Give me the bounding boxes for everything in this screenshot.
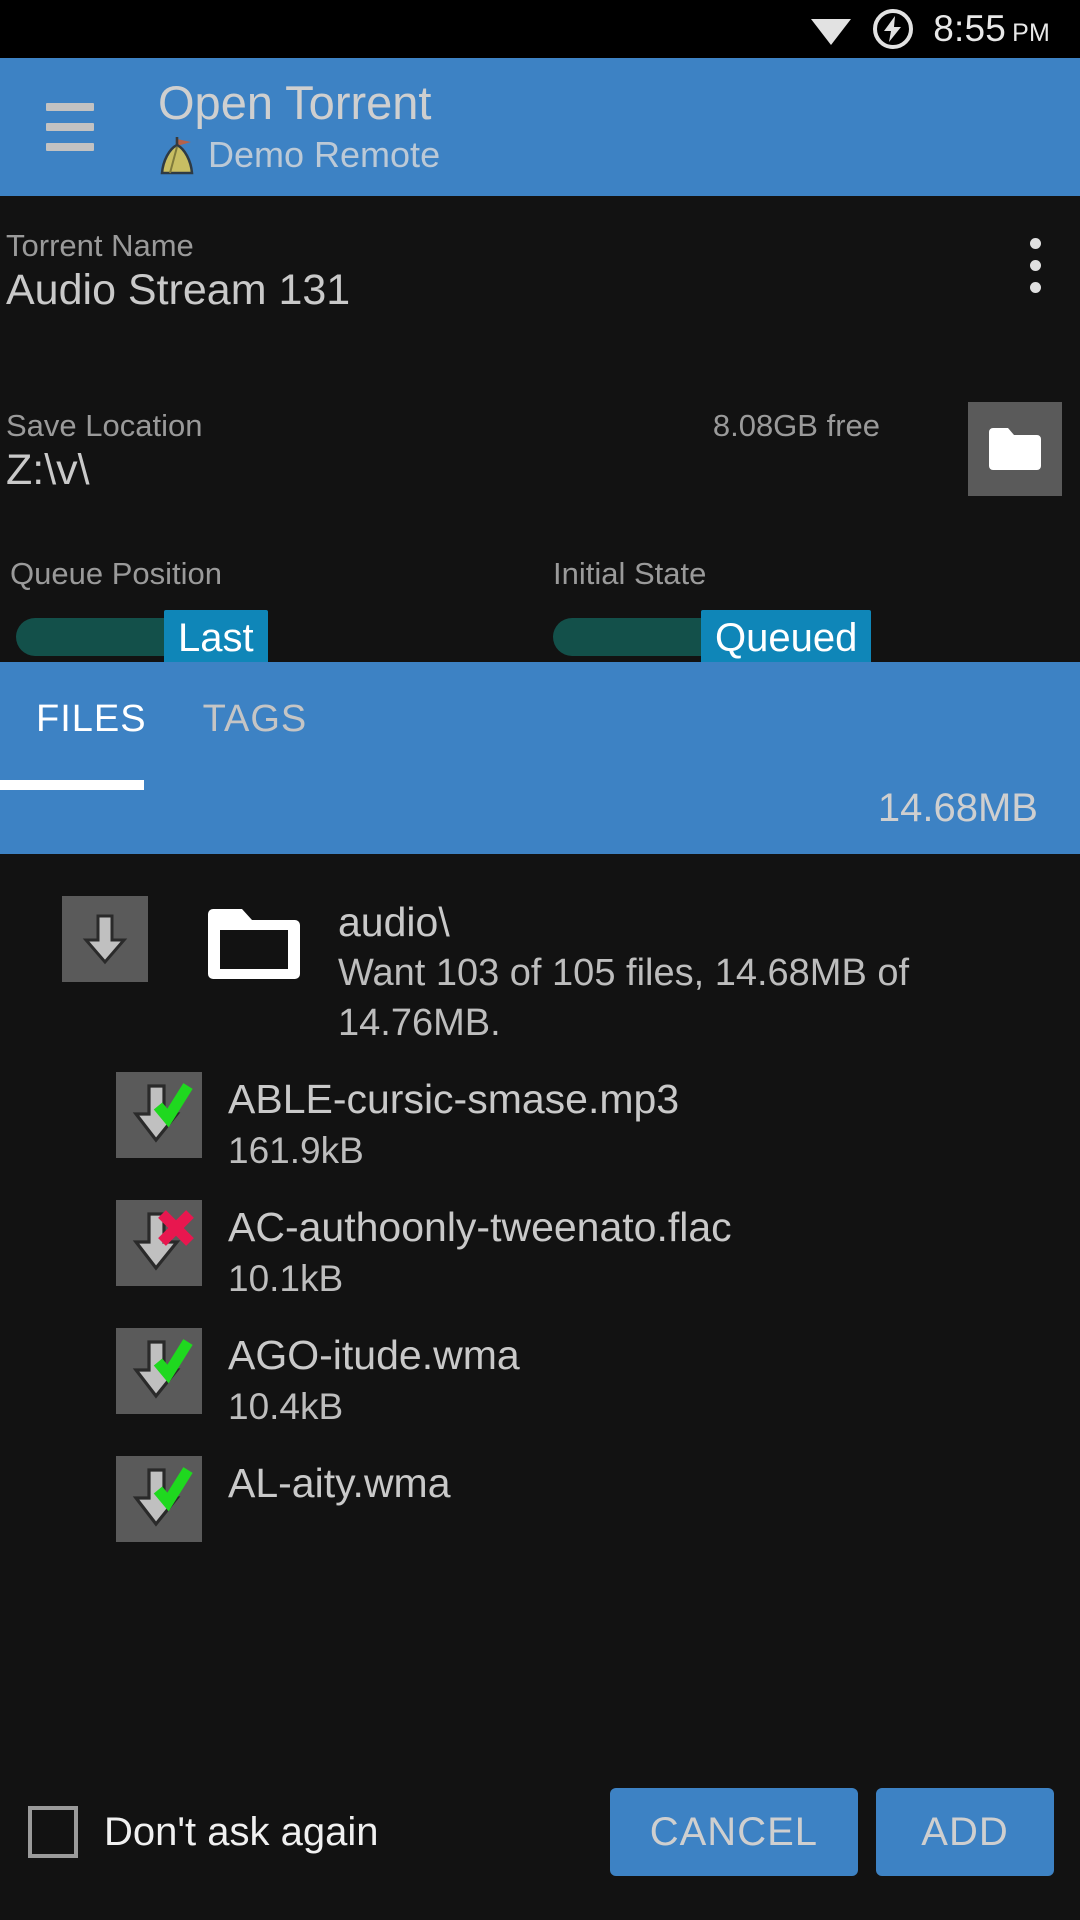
kebab-dot — [1030, 238, 1041, 249]
app-bar-titles: Open Torrent Demo Remote — [158, 75, 440, 179]
dont-ask-again-checkbox[interactable] — [28, 1806, 78, 1858]
download-arrow-icon — [74, 908, 136, 970]
initial-state-slider-block: Initial State Queued — [543, 556, 1080, 662]
kebab-dot — [1030, 260, 1041, 271]
tab-tags[interactable]: TAGS — [203, 698, 308, 741]
file-name: ABLE-cursic-smase.mp3 — [228, 1072, 679, 1126]
file-download-toggle[interactable] — [116, 1456, 202, 1542]
folder-icon — [206, 906, 302, 987]
tab-active-indicator — [0, 780, 144, 790]
file-texts: ABLE-cursic-smase.mp3 161.9kB — [228, 1072, 679, 1176]
list-item[interactable]: AL-aity.wma — [0, 1432, 1080, 1542]
file-download-toggle[interactable] — [116, 1072, 202, 1158]
battery-saver-bolt-icon — [871, 7, 915, 51]
hamburger-line — [46, 123, 94, 131]
remote-subtitle: Demo Remote — [158, 131, 440, 179]
file-texts: AGO-itude.wma 10.4kB — [228, 1328, 520, 1432]
torrent-name-input[interactable]: Audio Stream 131 — [6, 264, 1080, 316]
queue-position-thumb[interactable]: Last — [164, 610, 268, 666]
initial-state-label: Initial State — [543, 556, 1080, 592]
list-item[interactable]: AC-authoonly-tweenato.flac 10.1kB — [0, 1176, 1080, 1304]
file-list[interactable]: audio\ Want 103 of 105 files, 14.68MB of… — [0, 854, 1080, 1744]
file-size: 10.4kB — [228, 1382, 520, 1432]
browse-folder-button[interactable] — [968, 402, 1062, 496]
folder-download-toggle[interactable] — [62, 896, 148, 982]
bottom-action-bar: Don't ask again CANCEL ADD — [0, 1744, 1080, 1920]
tab-list: FILES TAGS — [0, 662, 1080, 741]
clock-time: 8:55 — [933, 8, 1006, 50]
hamburger-line — [46, 103, 94, 111]
tab-bar: FILES TAGS 14.68MB — [0, 662, 1080, 854]
folder-icon — [987, 426, 1043, 472]
add-button[interactable]: ADD — [876, 1788, 1054, 1876]
kebab-menu-icon[interactable] — [1030, 238, 1042, 293]
dont-ask-again-label: Don't ask again — [104, 1810, 378, 1855]
folder-texts: audio\ Want 103 of 105 files, 14.68MB of… — [338, 896, 968, 1048]
app-bar: Open Torrent Demo Remote — [0, 58, 1080, 196]
status-bar-time: 8:55 PM — [933, 8, 1050, 50]
tent-icon — [158, 133, 198, 177]
hamburger-line — [46, 143, 94, 151]
file-texts: AL-aity.wma — [228, 1456, 451, 1510]
file-download-toggle[interactable] — [116, 1200, 202, 1286]
torrent-name-row: Torrent Name Audio Stream 131 — [6, 196, 1080, 316]
remote-name: Demo Remote — [208, 131, 440, 179]
file-name: AGO-itude.wma — [228, 1328, 520, 1382]
download-arrow-check-icon — [116, 1328, 202, 1414]
folder-row[interactable]: audio\ Want 103 of 105 files, 14.68MB of… — [0, 854, 1080, 1048]
folder-name: audio\ — [338, 896, 968, 948]
initial-state-thumb[interactable]: Queued — [701, 610, 871, 666]
clock-ampm: PM — [1012, 19, 1050, 48]
initial-state-slider[interactable]: Queued — [543, 610, 1080, 662]
status-bar: 8:55 PM — [0, 0, 1080, 58]
hamburger-menu-icon[interactable] — [46, 103, 94, 151]
save-location-row: Save Location Z:\v\ 8.08GB free — [6, 408, 1080, 496]
app-screen: 8:55 PM Open Torrent Demo Remo — [0, 0, 1080, 1920]
wifi-icon — [809, 11, 853, 47]
file-size: 161.9kB — [228, 1126, 679, 1176]
tab-files[interactable]: FILES — [36, 698, 147, 741]
page-title: Open Torrent — [158, 75, 440, 131]
torrent-name-label: Torrent Name — [6, 228, 1080, 264]
sliders-row: Queue Position Last Initial State Queued — [6, 556, 1080, 662]
kebab-dot — [1030, 282, 1041, 293]
file-name: AL-aity.wma — [228, 1456, 451, 1510]
selected-total-size: 14.68MB — [878, 786, 1038, 831]
save-location-input[interactable]: Z:\v\ — [6, 444, 1080, 496]
torrent-form: Torrent Name Audio Stream 131 Save Locat… — [0, 196, 1080, 662]
queue-position-label: Queue Position — [6, 556, 543, 592]
download-arrow-cross-icon — [116, 1200, 202, 1286]
folder-description: Want 103 of 105 files, 14.68MB of 14.76M… — [338, 948, 968, 1048]
download-arrow-check-icon — [116, 1456, 202, 1542]
download-arrow-check-icon — [116, 1072, 202, 1158]
list-item[interactable]: ABLE-cursic-smase.mp3 161.9kB — [0, 1048, 1080, 1176]
queue-position-slider[interactable]: Last — [6, 610, 543, 662]
file-size: 10.1kB — [228, 1254, 732, 1304]
queue-position-slider-block: Queue Position Last — [6, 556, 543, 662]
file-name: AC-authoonly-tweenato.flac — [228, 1200, 732, 1254]
file-download-toggle[interactable] — [116, 1328, 202, 1414]
free-space-label: 8.08GB free — [713, 408, 880, 444]
list-item[interactable]: AGO-itude.wma 10.4kB — [0, 1304, 1080, 1432]
file-texts: AC-authoonly-tweenato.flac 10.1kB — [228, 1200, 732, 1304]
save-location-label: Save Location — [6, 408, 1080, 444]
dont-ask-again-row[interactable]: Don't ask again — [28, 1806, 592, 1858]
cancel-button[interactable]: CANCEL — [610, 1788, 858, 1876]
